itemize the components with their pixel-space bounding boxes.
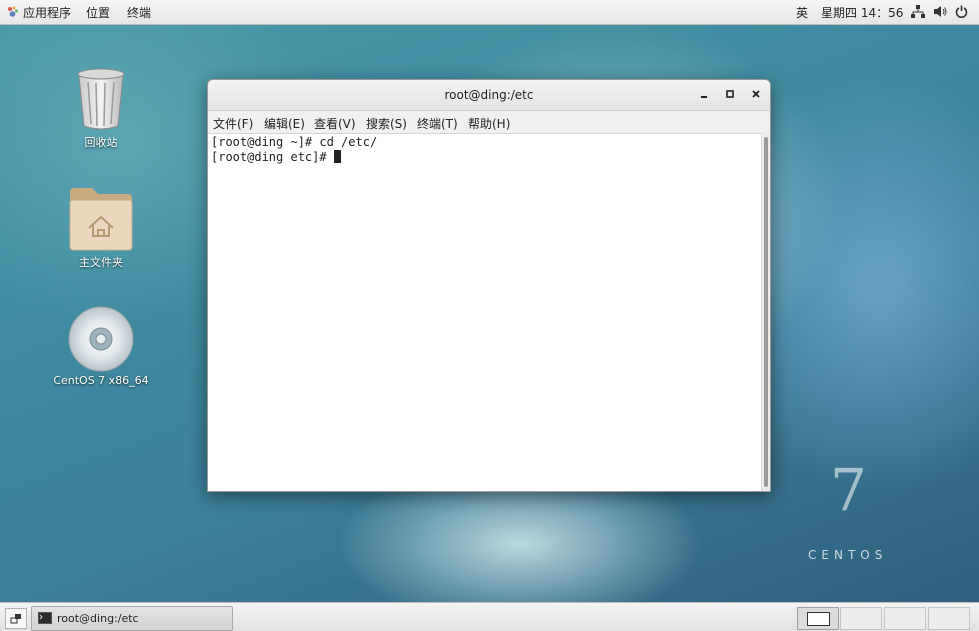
- desktop-icon-label: 回收站: [84, 136, 118, 149]
- terminal-app-menu[interactable]: 终端: [127, 4, 151, 21]
- maximize-icon: [726, 90, 734, 98]
- close-icon: [752, 90, 760, 98]
- terminal-window[interactable]: root@ding:/etc 文件(F) 编辑(E) 查看(V) 搜索(S) 终…: [207, 79, 771, 492]
- show-desktop-icon: [10, 614, 21, 624]
- trash-icon: [77, 68, 125, 130]
- maximize-button[interactable]: [721, 86, 739, 104]
- desktop-icon-label: CentOS 7 x86_64: [53, 374, 149, 387]
- bottom-panel: root@ding:/etc: [0, 602, 979, 631]
- text-cursor: [333, 150, 341, 163]
- places-menu[interactable]: 位置: [86, 4, 110, 21]
- centos-logo-word: CENTOS: [808, 548, 888, 562]
- menu-help[interactable]: 帮助(H): [468, 115, 510, 132]
- menu-edit[interactable]: 编辑(E): [264, 115, 305, 132]
- terminal-line-current: [root@ding etc]#: [211, 150, 341, 164]
- centos-logo-number: 7: [830, 456, 867, 524]
- desktop-icon-trash[interactable]: 回收站: [46, 68, 156, 150]
- home-folder-icon: [69, 188, 133, 251]
- close-button[interactable]: [747, 86, 765, 104]
- desktop-icon-label: 主文件夹: [79, 256, 123, 269]
- workspace-4[interactable]: [928, 607, 970, 630]
- terminal-scrollbar[interactable]: [761, 133, 770, 491]
- workspace-window-thumb: [807, 612, 830, 626]
- disc-icon: [68, 306, 134, 372]
- menu-file[interactable]: 文件(F): [213, 115, 253, 132]
- workspace-1[interactable]: [797, 607, 839, 630]
- taskbar-item-label: root@ding:/etc: [57, 612, 139, 625]
- terminal-icon: [38, 612, 52, 624]
- window-title: root@ding:/etc: [444, 88, 534, 102]
- menu-view[interactable]: 查看(V): [314, 115, 356, 132]
- gnome-foot-icon: [6, 5, 19, 21]
- top-panel: 应用程序 位置 终端 英 星期四 14：56: [0, 0, 979, 25]
- applications-menu[interactable]: 应用程序: [23, 4, 71, 21]
- terminal-titlebar[interactable]: root@ding:/etc: [208, 80, 770, 111]
- terminal-menubar: 文件(F) 编辑(E) 查看(V) 搜索(S) 终端(T) 帮助(H): [208, 111, 770, 134]
- minimize-icon: [701, 96, 707, 98]
- scrollbar-thumb[interactable]: [764, 137, 768, 487]
- input-method-indicator[interactable]: 英: [796, 4, 808, 21]
- workspace-3[interactable]: [884, 607, 926, 630]
- desktop-icon-dvd[interactable]: CentOS 7 x86_64: [46, 306, 156, 387]
- show-desktop-button[interactable]: [5, 608, 27, 629]
- terminal-content[interactable]: [root@ding ~]# cd /etc/ [root@ding etc]#: [208, 133, 762, 491]
- terminal-prompt: [root@ding etc]#: [211, 150, 334, 164]
- desktop-icon-home-folder[interactable]: 主文件夹: [46, 186, 156, 270]
- taskbar-item-terminal[interactable]: root@ding:/etc: [31, 606, 233, 631]
- minimize-button[interactable]: [695, 86, 713, 104]
- power-icon[interactable]: [955, 5, 968, 21]
- clock[interactable]: 星期四 14：56: [821, 4, 903, 21]
- terminal-line: [root@ding ~]# cd /etc/: [211, 135, 378, 149]
- menu-search[interactable]: 搜索(S): [366, 115, 407, 132]
- volume-icon[interactable]: [933, 5, 947, 21]
- menu-terminal[interactable]: 终端(T): [417, 115, 458, 132]
- workspace-2[interactable]: [840, 607, 882, 630]
- network-icon[interactable]: [911, 5, 925, 21]
